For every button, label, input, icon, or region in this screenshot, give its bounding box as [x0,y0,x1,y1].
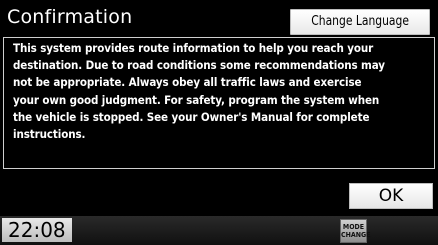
message-line: This system provides route information t… [13,41,374,55]
mode-change-line2: CHANGE [341,231,371,239]
message-text: This system provides route information t… [13,40,429,143]
message-line: not be appropriate. Always obey all traf… [13,75,362,90]
message-line: instructions. [13,127,86,142]
message-line: your own good judgment. For safety, prog… [13,92,380,107]
navigation-screen: Confirmation Change Language This system… [0,0,438,245]
message-line: the vehicle is stopped. See your Owner's… [13,109,370,124]
mode-change-line1: MODE [342,223,365,231]
dialog-title: Confirmation [7,6,133,28]
mode-change-button[interactable]: MODE CHANGE [340,219,371,243]
clock-display: 22:08 [2,218,72,242]
message-line: destination. Due to road conditions some… [13,58,385,73]
ok-button[interactable]: OK [349,183,433,209]
change-language-button[interactable]: Change Language [290,9,430,35]
change-language-label: Change Language [311,14,409,29]
